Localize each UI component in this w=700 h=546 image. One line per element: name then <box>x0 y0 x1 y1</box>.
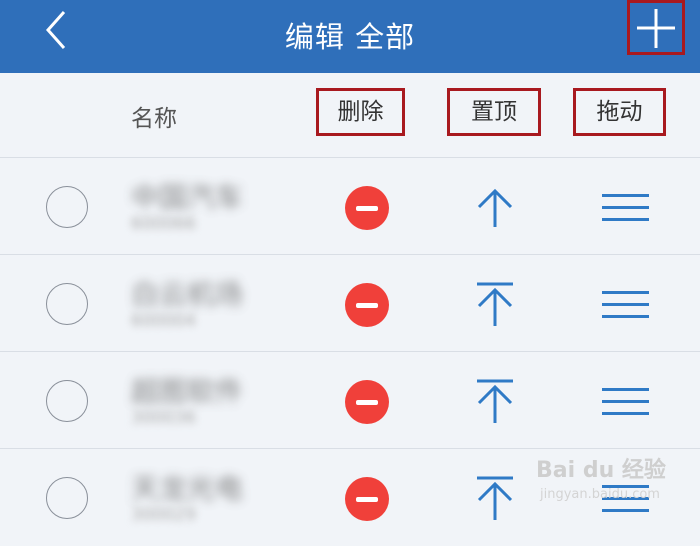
pin-to-top-icon[interactable] <box>475 280 515 328</box>
plus-icon <box>637 9 675 48</box>
list-item[interactable]: 超图软件 300036 <box>0 351 700 449</box>
column-pin-label: 置顶 <box>447 88 541 136</box>
column-name-label: 名称 <box>131 106 177 132</box>
drag-handle-icon[interactable] <box>602 194 649 222</box>
watermark-brand: Bai du 经验 <box>536 458 666 483</box>
delete-icon[interactable] <box>345 186 389 230</box>
column-delete-label: 删除 <box>316 88 405 136</box>
delete-icon[interactable] <box>345 477 389 521</box>
item-name: 天龙光电 <box>131 472 244 505</box>
item-name: 白云机场 <box>131 278 244 311</box>
pin-to-top-icon[interactable] <box>475 474 515 522</box>
drag-handle-icon[interactable] <box>602 291 649 319</box>
add-button[interactable] <box>627 0 685 55</box>
delete-icon[interactable] <box>345 283 389 327</box>
item-code: 600004 <box>131 311 196 331</box>
select-radio[interactable] <box>46 380 88 422</box>
item-code: 600066 <box>131 214 196 234</box>
select-radio[interactable] <box>46 477 88 519</box>
item-name: 超图软件 <box>131 375 244 408</box>
list-item[interactable]: 白云机场 600004 <box>0 254 700 352</box>
app-header: 编辑 全部 <box>0 0 700 73</box>
pin-to-top-icon[interactable] <box>475 377 515 425</box>
arrow-up-icon[interactable] <box>475 183 515 231</box>
page-title: 编辑 全部 <box>284 20 416 54</box>
delete-icon[interactable] <box>345 380 389 424</box>
watermark-url: jingyan.baidu.com <box>540 487 660 502</box>
list-item[interactable]: 中国汽车 600066 <box>0 157 700 255</box>
drag-handle-icon[interactable] <box>602 388 649 416</box>
column-header-row: 名称 删除 置顶 拖动 <box>0 73 700 157</box>
select-radio[interactable] <box>46 186 88 228</box>
item-code: 300029 <box>131 505 196 525</box>
column-drag-label: 拖动 <box>573 88 666 136</box>
item-name: 中国汽车 <box>131 181 244 214</box>
item-code: 300036 <box>131 408 196 428</box>
select-radio[interactable] <box>46 283 88 325</box>
